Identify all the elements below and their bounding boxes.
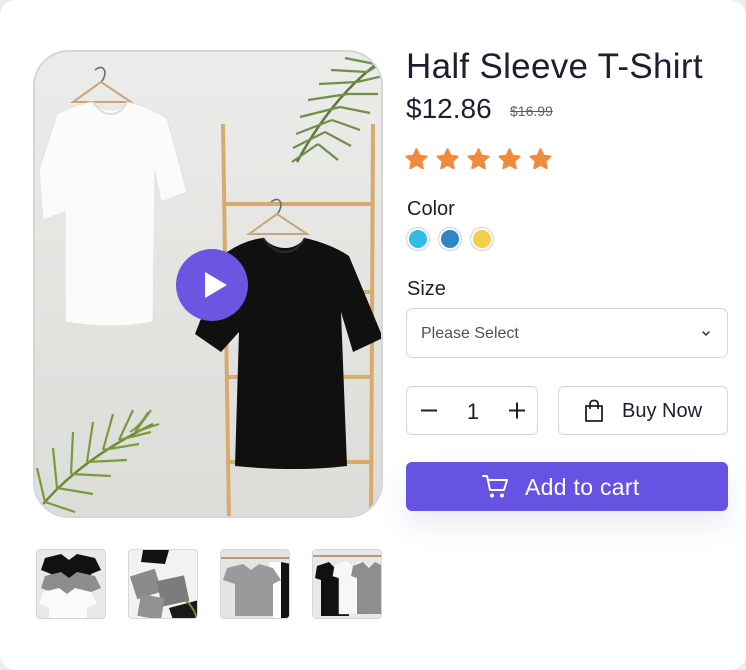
color-swatch-3[interactable] — [471, 228, 493, 250]
product-price: $12.86 — [406, 93, 492, 124]
minus-icon — [421, 409, 437, 412]
shopping-bag-icon — [585, 399, 603, 422]
grey-tshirt-rack-image — [221, 550, 289, 618]
tshirts-on-hangers-image — [37, 550, 105, 618]
quantity-value[interactable]: 1 — [451, 399, 495, 425]
add-to-cart-button[interactable]: Add to cart — [406, 462, 728, 511]
decrement-button[interactable] — [407, 387, 451, 434]
original-price: $16.99 — [510, 103, 553, 119]
buy-now-label: Buy Now — [622, 400, 703, 422]
increment-button[interactable] — [495, 387, 539, 434]
product-title: Half Sleeve T-Shirt — [406, 47, 703, 86]
buy-now-button[interactable]: Buy Now — [558, 386, 728, 435]
star-icon — [405, 148, 428, 170]
folded-tshirts-image — [129, 550, 197, 618]
rating-stars — [404, 147, 553, 172]
product-main-image[interactable] — [33, 50, 383, 518]
color-swatch-2[interactable] — [439, 228, 461, 250]
star-icon — [467, 148, 490, 170]
thumbnail-3[interactable] — [220, 549, 290, 619]
cart-icon — [482, 475, 508, 498]
star-icon — [498, 148, 521, 170]
color-label: Color — [407, 198, 455, 220]
plus-icon — [509, 402, 525, 419]
chevron-down-icon — [702, 331, 710, 337]
thumbnail-2[interactable] — [128, 549, 198, 619]
black-white-tshirts-rack-image — [313, 550, 381, 618]
play-video-button[interactable] — [176, 249, 248, 321]
thumbnail-4[interactable] — [312, 549, 382, 619]
quantity-stepper: 1 — [406, 386, 538, 435]
add-to-cart-label: Add to cart — [525, 474, 640, 500]
palm-leaf-top — [291, 54, 381, 163]
size-select-value: Please Select — [421, 325, 519, 342]
product-card: Half Sleeve T-Shirt $12.86 $16.99 Color … — [0, 0, 746, 670]
size-select[interactable]: Please Select — [406, 308, 728, 358]
palm-leaf-bottom — [35, 409, 160, 515]
thumbnail-1[interactable] — [36, 549, 106, 619]
white-tshirt — [38, 66, 188, 327]
star-icon — [436, 148, 459, 170]
star-icon — [529, 148, 552, 170]
color-swatch-1[interactable] — [407, 228, 429, 250]
size-label: Size — [407, 278, 446, 300]
